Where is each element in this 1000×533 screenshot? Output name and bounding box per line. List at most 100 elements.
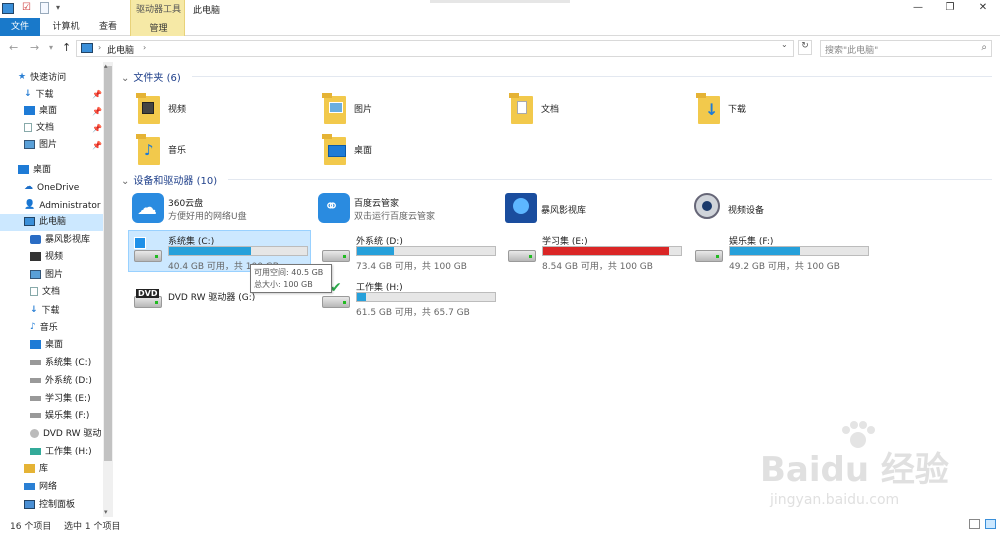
nav-this-pc[interactable]: 此电脑 — [0, 214, 103, 231]
drive-tools-band: 驱动器工具 管理 — [130, 0, 185, 36]
folder-music[interactable]: ♪ 音乐 — [134, 131, 254, 171]
up-arrow-icon[interactable]: ↑ — [62, 41, 71, 54]
folder-pictures[interactable]: 图片 — [320, 90, 440, 130]
nav-videos[interactable]: 视频 — [30, 249, 63, 266]
picture-icon — [329, 102, 343, 113]
nav-quick-pictures[interactable]: 图片 — [24, 137, 57, 154]
address-bar[interactable]: › 此电脑 › — [76, 40, 794, 57]
refresh-button[interactable]: ↻ — [798, 40, 812, 55]
nav-desktop[interactable]: 桌面 — [18, 162, 51, 179]
restore-button[interactable]: ❐ — [940, 2, 960, 13]
cloud-icon: ☁ — [24, 182, 33, 192]
computer-icon — [24, 217, 35, 226]
tab-file[interactable]: 文件 — [0, 18, 40, 36]
chevron-down-icon[interactable]: ⌄ — [121, 176, 129, 187]
nav-control-panel[interactable]: 控制面板 — [24, 497, 75, 514]
devices-heading[interactable]: ⌄ 设备和驱动器 (10) — [121, 172, 217, 187]
baidu-cloud-icon: ⚭ — [318, 193, 350, 223]
nav-quick-documents[interactable]: 文档 — [24, 120, 54, 137]
drive-usage-fill — [169, 247, 252, 255]
nav-desktop-sub[interactable]: 桌面 — [30, 337, 63, 354]
drive-e[interactable]: 学习集 (E:) 8.54 GB 可用，共 100 GB — [506, 232, 686, 276]
folder-videos[interactable]: 视频 — [134, 90, 254, 130]
recent-dropdown-icon[interactable]: ▾ — [49, 43, 53, 52]
device-webcam[interactable]: 视频设备 — [692, 193, 862, 227]
nav-documents[interactable]: 文档 — [30, 284, 60, 301]
folders-heading[interactable]: ⌄ 文件夹 (6) — [121, 69, 181, 84]
quick-access-dropdown-icon[interactable]: ▾ — [56, 3, 60, 12]
hard-drive-icon — [695, 250, 723, 262]
close-button[interactable]: ✕ — [973, 2, 993, 13]
back-arrow-icon[interactable]: ← — [9, 41, 18, 54]
nav-scroll-thumb[interactable] — [104, 66, 112, 461]
chevron-right-icon[interactable]: › — [143, 43, 146, 52]
nav-music[interactable]: ♪ 音乐 — [30, 319, 58, 336]
nav-drive-c[interactable]: 系统集 (C:) — [30, 355, 91, 372]
nav-label: 下载 — [35, 90, 54, 100]
search-input[interactable]: 搜索"此电脑" ⌕ — [820, 40, 992, 57]
device-360-cloud[interactable]: ☁ 360云盘 方便好用的网络U盘 — [132, 193, 302, 227]
new-folder-icon[interactable] — [40, 2, 49, 14]
address-dropdown-icon[interactable]: ⌄ — [781, 40, 788, 49]
chevron-right-icon[interactable]: › — [98, 43, 101, 52]
scroll-up-icon[interactable]: ▴ — [104, 62, 108, 70]
chevron-down-icon[interactable]: ⌄ — [121, 73, 129, 84]
nav-quick-access[interactable]: ★ 快速访问 — [18, 69, 66, 86]
pin-icon[interactable]: 📌 — [92, 107, 102, 116]
forward-arrow-icon[interactable]: → — [30, 41, 39, 54]
tab-manage[interactable]: 管理 — [131, 21, 186, 34]
drive-d[interactable]: 外系统 (D:) 73.4 GB 可用，共 100 GB — [320, 232, 500, 276]
tab-view[interactable]: 查看 — [88, 18, 128, 36]
nav-quick-desktop[interactable]: 桌面 — [24, 103, 57, 120]
nav-libraries[interactable]: 库 — [24, 461, 48, 478]
computer-icon — [2, 3, 14, 14]
device-baofeng[interactable]: 暴风影视库 — [505, 193, 675, 227]
minimize-button[interactable]: — — [908, 2, 928, 13]
pin-icon[interactable]: 📌 — [92, 124, 102, 133]
nav-drive-g[interactable]: DVD RW 驱动 — [30, 426, 103, 443]
pin-icon[interactable]: 📌 — [92, 90, 102, 99]
dvd-logo-icon: DVD — [136, 289, 160, 298]
navigation-pane: ★ 快速访问 ↓ 下载 📌 桌面 📌 文档 📌 图片 📌 桌面 ☁ OneDrive … — [0, 62, 115, 518]
nav-baofeng[interactable]: 暴风影视库 — [30, 232, 90, 249]
address-path[interactable]: 此电脑 — [107, 43, 134, 56]
folder-downloads[interactable]: ↓ 下载 — [694, 90, 814, 130]
nav-network[interactable]: 网络 — [24, 479, 57, 496]
download-arrow-icon: ↓ — [24, 89, 32, 99]
nav-label: 外系统 (D:) — [45, 376, 92, 386]
properties-icon[interactable]: ☑ — [22, 2, 31, 13]
pin-icon[interactable]: 📌 — [92, 141, 102, 150]
nav-downloads[interactable]: ↓ 下载 — [30, 302, 60, 319]
nav-label: 系统集 (C:) — [45, 358, 92, 368]
folder-label: 文档 — [541, 105, 560, 115]
nav-quick-downloads[interactable]: ↓ 下载 — [24, 86, 54, 103]
status-bar: 16 个项目 选中 1 个项目 — [0, 517, 1000, 533]
tooltip-free-space: 可用空间: 40.5 GB — [254, 268, 324, 277]
nav-drive-h[interactable]: 工作集 (H:) — [30, 444, 92, 461]
baidu-watermark: Baidu 经验 jingyan.baidu.com — [760, 420, 960, 520]
nav-label: 此电脑 — [39, 217, 67, 227]
details-view-icon[interactable] — [969, 519, 980, 529]
search-icon[interactable]: ⌕ — [981, 42, 987, 53]
nav-user[interactable]: 👤 Administrator — [24, 197, 101, 214]
nav-label: DVD RW 驱动 — [43, 429, 102, 439]
window-title: 此电脑 — [193, 6, 221, 16]
drive-f[interactable]: 娱乐集 (F:) 49.2 GB 可用，共 100 GB — [693, 232, 873, 276]
device-label: 视频设备 — [728, 206, 765, 216]
nav-drive-d[interactable]: 外系统 (D:) — [30, 373, 92, 390]
scroll-down-icon[interactable]: ▾ — [104, 508, 108, 516]
desktop-icon — [18, 165, 29, 174]
drive-usage-bar — [168, 246, 308, 256]
tab-computer[interactable]: 计算机 — [46, 18, 86, 36]
picture-icon — [30, 270, 41, 279]
device-baidu-cloud[interactable]: ⚭ 百度云管家 双击运行百度云管家 — [318, 193, 488, 227]
nav-drive-f[interactable]: 娱乐集 (F:) — [30, 408, 89, 425]
drive-h[interactable]: ✔ 工作集 (H:) 61.5 GB 可用，共 65.7 GB — [320, 278, 500, 322]
folder-documents[interactable]: 文档 — [507, 90, 627, 130]
nav-onedrive[interactable]: ☁ OneDrive — [24, 179, 79, 196]
hard-drive-icon — [508, 250, 536, 262]
nav-drive-e[interactable]: 学习集 (E:) — [30, 391, 91, 408]
nav-pictures[interactable]: 图片 — [30, 267, 63, 284]
tiles-view-icon[interactable] — [985, 519, 996, 529]
folder-desktop[interactable]: 桌面 — [320, 131, 440, 171]
